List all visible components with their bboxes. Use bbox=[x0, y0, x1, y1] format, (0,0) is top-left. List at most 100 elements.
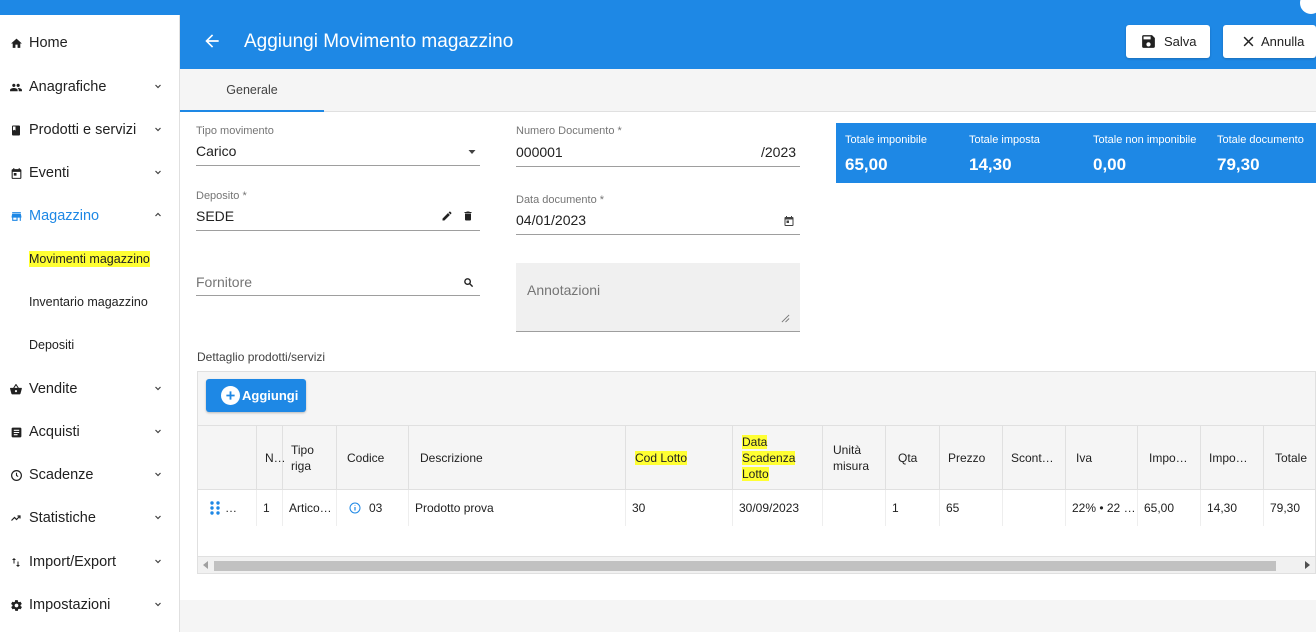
col-header-prezzo[interactable]: Prezzo bbox=[940, 426, 1003, 489]
deposito-label: Deposito * bbox=[196, 190, 247, 202]
edit-icon[interactable] bbox=[441, 210, 453, 222]
data-scadenza-label: Data Scadenza Lotto bbox=[742, 434, 796, 481]
sidebar-subitem-inventario[interactable]: Inventario magazzino bbox=[29, 295, 148, 309]
chevron-down-icon bbox=[155, 515, 161, 520]
sidebar-item-statistiche[interactable]: Statistiche bbox=[0, 500, 180, 536]
warehouse-icon bbox=[9, 209, 23, 223]
sidebar-item-impostazioni[interactable]: Impostazioni bbox=[0, 587, 180, 623]
tab-generale[interactable]: Generale bbox=[180, 69, 324, 112]
sidebar-item-import-export[interactable]: Import/Export bbox=[0, 544, 180, 580]
close-icon bbox=[1241, 34, 1256, 49]
cell-data-scadenza: 30/09/2023 bbox=[733, 490, 823, 526]
info-icon[interactable] bbox=[349, 502, 361, 514]
table-row[interactable]: … 1 Artico… 03 Prodotto prova 30 30/09/2… bbox=[198, 490, 1315, 526]
scrollbar-thumb[interactable] bbox=[214, 561, 1276, 571]
save-button[interactable]: Salva bbox=[1126, 25, 1210, 58]
col-header-data-scadenza[interactable]: Data Scadenza Lotto bbox=[733, 426, 823, 489]
cell-imponibile: 65,00 bbox=[1138, 490, 1201, 526]
book-icon bbox=[9, 123, 23, 137]
detail-section-title: Dettaglio prodotti/servizi bbox=[197, 350, 326, 364]
avatar[interactable] bbox=[1300, 0, 1316, 14]
sidebar-item-acquisti[interactable]: Acquisti bbox=[0, 414, 180, 450]
chevron-down-icon bbox=[155, 429, 161, 434]
deposito-field[interactable]: SEDE bbox=[196, 208, 234, 224]
horizontal-scrollbar[interactable] bbox=[198, 556, 1315, 573]
cell-menu[interactable]: … bbox=[220, 501, 237, 515]
sidebar-item-label: Acquisti bbox=[29, 424, 80, 440]
cell-prezzo: 65 bbox=[940, 490, 1003, 526]
numero-documento-field[interactable]: 000001 bbox=[516, 144, 563, 160]
home-icon bbox=[9, 36, 23, 50]
sidebar-item-scadenze[interactable]: Scadenze bbox=[0, 457, 180, 493]
sidebar-item-label: Anagrafiche bbox=[29, 79, 107, 95]
save-icon bbox=[1140, 33, 1157, 50]
col-header-sconto[interactable]: Scont… bbox=[1003, 426, 1066, 489]
total-value: 0,00 bbox=[1093, 155, 1127, 174]
resize-handle-icon[interactable] bbox=[781, 314, 790, 323]
annotazioni-placeholder: Annotazioni bbox=[527, 282, 601, 298]
data-documento-field[interactable]: 04/01/2023 bbox=[516, 212, 586, 228]
swap-icon bbox=[9, 555, 23, 569]
dropdown-arrow-icon[interactable] bbox=[466, 146, 478, 158]
sidebar-item-magazzino[interactable]: Magazzino bbox=[0, 198, 180, 234]
numero-documento-label: Numero Documento * bbox=[516, 125, 622, 137]
table-body-empty bbox=[198, 526, 1315, 556]
col-header-iva[interactable]: Iva bbox=[1066, 426, 1138, 489]
sidebar-item-label: Scadenze bbox=[29, 467, 94, 483]
col-header-qta[interactable]: Qta bbox=[886, 426, 940, 489]
col-header-totale[interactable]: Totale bbox=[1264, 426, 1315, 489]
col-header-tipo-riga[interactable]: Tipo riga bbox=[283, 426, 337, 489]
chevron-down-icon bbox=[155, 170, 161, 175]
scroll-right-icon[interactable] bbox=[1305, 561, 1310, 569]
back-arrow-icon[interactable] bbox=[202, 31, 222, 51]
sidebar-item-label: Impostazioni bbox=[29, 597, 111, 613]
calendar-icon[interactable] bbox=[783, 215, 795, 227]
chevron-down-icon bbox=[155, 559, 161, 564]
chevron-down-icon bbox=[155, 602, 161, 607]
sidebar-item-label: Magazzino bbox=[29, 208, 100, 224]
sidebar-item-prodotti[interactable]: Prodotti e servizi bbox=[0, 112, 180, 148]
col-header-drag bbox=[198, 426, 257, 489]
cancel-label: Annulla bbox=[1261, 34, 1305, 49]
col-header-imponibile[interactable]: Impo… bbox=[1138, 426, 1201, 489]
total-value: 65,00 bbox=[845, 155, 888, 174]
search-icon[interactable] bbox=[463, 277, 474, 288]
scroll-left-icon[interactable] bbox=[203, 561, 208, 569]
fornitore-underline bbox=[196, 295, 480, 296]
tipo-movimento-label: Tipo movimento bbox=[196, 125, 274, 137]
fornitore-input[interactable]: Fornitore bbox=[196, 274, 252, 290]
cell-totale: 79,30 bbox=[1270, 501, 1301, 515]
sidebar-subitem-depositi[interactable]: Depositi bbox=[29, 338, 74, 352]
basket-icon bbox=[9, 382, 23, 396]
total-label: Totale imponibile bbox=[845, 134, 927, 146]
add-label: Aggiungi bbox=[242, 388, 299, 403]
cancel-button[interactable]: Annulla bbox=[1223, 25, 1316, 58]
sidebar: Home Anagrafiche Prodotti e servizi Even… bbox=[0, 15, 180, 632]
data-documento-underline bbox=[516, 234, 800, 235]
row-drag-handle[interactable]: … bbox=[198, 490, 257, 526]
total-label: Totale documento bbox=[1217, 134, 1304, 146]
cell-qta: 1 bbox=[886, 490, 940, 526]
col-header-codice[interactable]: Codice bbox=[337, 426, 409, 489]
sidebar-item-vendite[interactable]: Vendite bbox=[0, 371, 180, 407]
col-header-imposta[interactable]: Impo… bbox=[1201, 426, 1264, 489]
sidebar-item-label: Home bbox=[29, 35, 68, 51]
sidebar-item-eventi[interactable]: Eventi bbox=[0, 155, 180, 191]
sidebar-item-anagrafiche[interactable]: Anagrafiche bbox=[0, 69, 180, 105]
add-row-button[interactable]: Aggiungi bbox=[206, 379, 306, 412]
col-header-descrizione[interactable]: Descrizione bbox=[409, 426, 626, 489]
col-header-n[interactable]: N… bbox=[257, 426, 286, 489]
tipo-movimento-select[interactable]: Carico bbox=[196, 143, 236, 159]
col-header-unita[interactable]: Unità misura bbox=[823, 426, 886, 489]
drag-dots-icon[interactable] bbox=[210, 501, 220, 515]
col-header-cod-lotto[interactable]: Cod Lotto bbox=[626, 426, 733, 489]
cell-codice: 03 bbox=[337, 490, 409, 526]
sidebar-subitem-movimenti[interactable]: Movimenti magazzino bbox=[29, 251, 150, 267]
sidebar-item-home[interactable]: Home bbox=[0, 25, 180, 61]
total-value: 79,30 bbox=[1217, 155, 1260, 174]
cell-tipo-riga: Artico… bbox=[283, 490, 337, 526]
delete-icon[interactable] bbox=[462, 210, 474, 222]
chevron-up-icon bbox=[155, 212, 161, 217]
chevron-down-icon bbox=[155, 127, 161, 132]
annotazioni-textarea[interactable]: Annotazioni bbox=[516, 263, 800, 332]
